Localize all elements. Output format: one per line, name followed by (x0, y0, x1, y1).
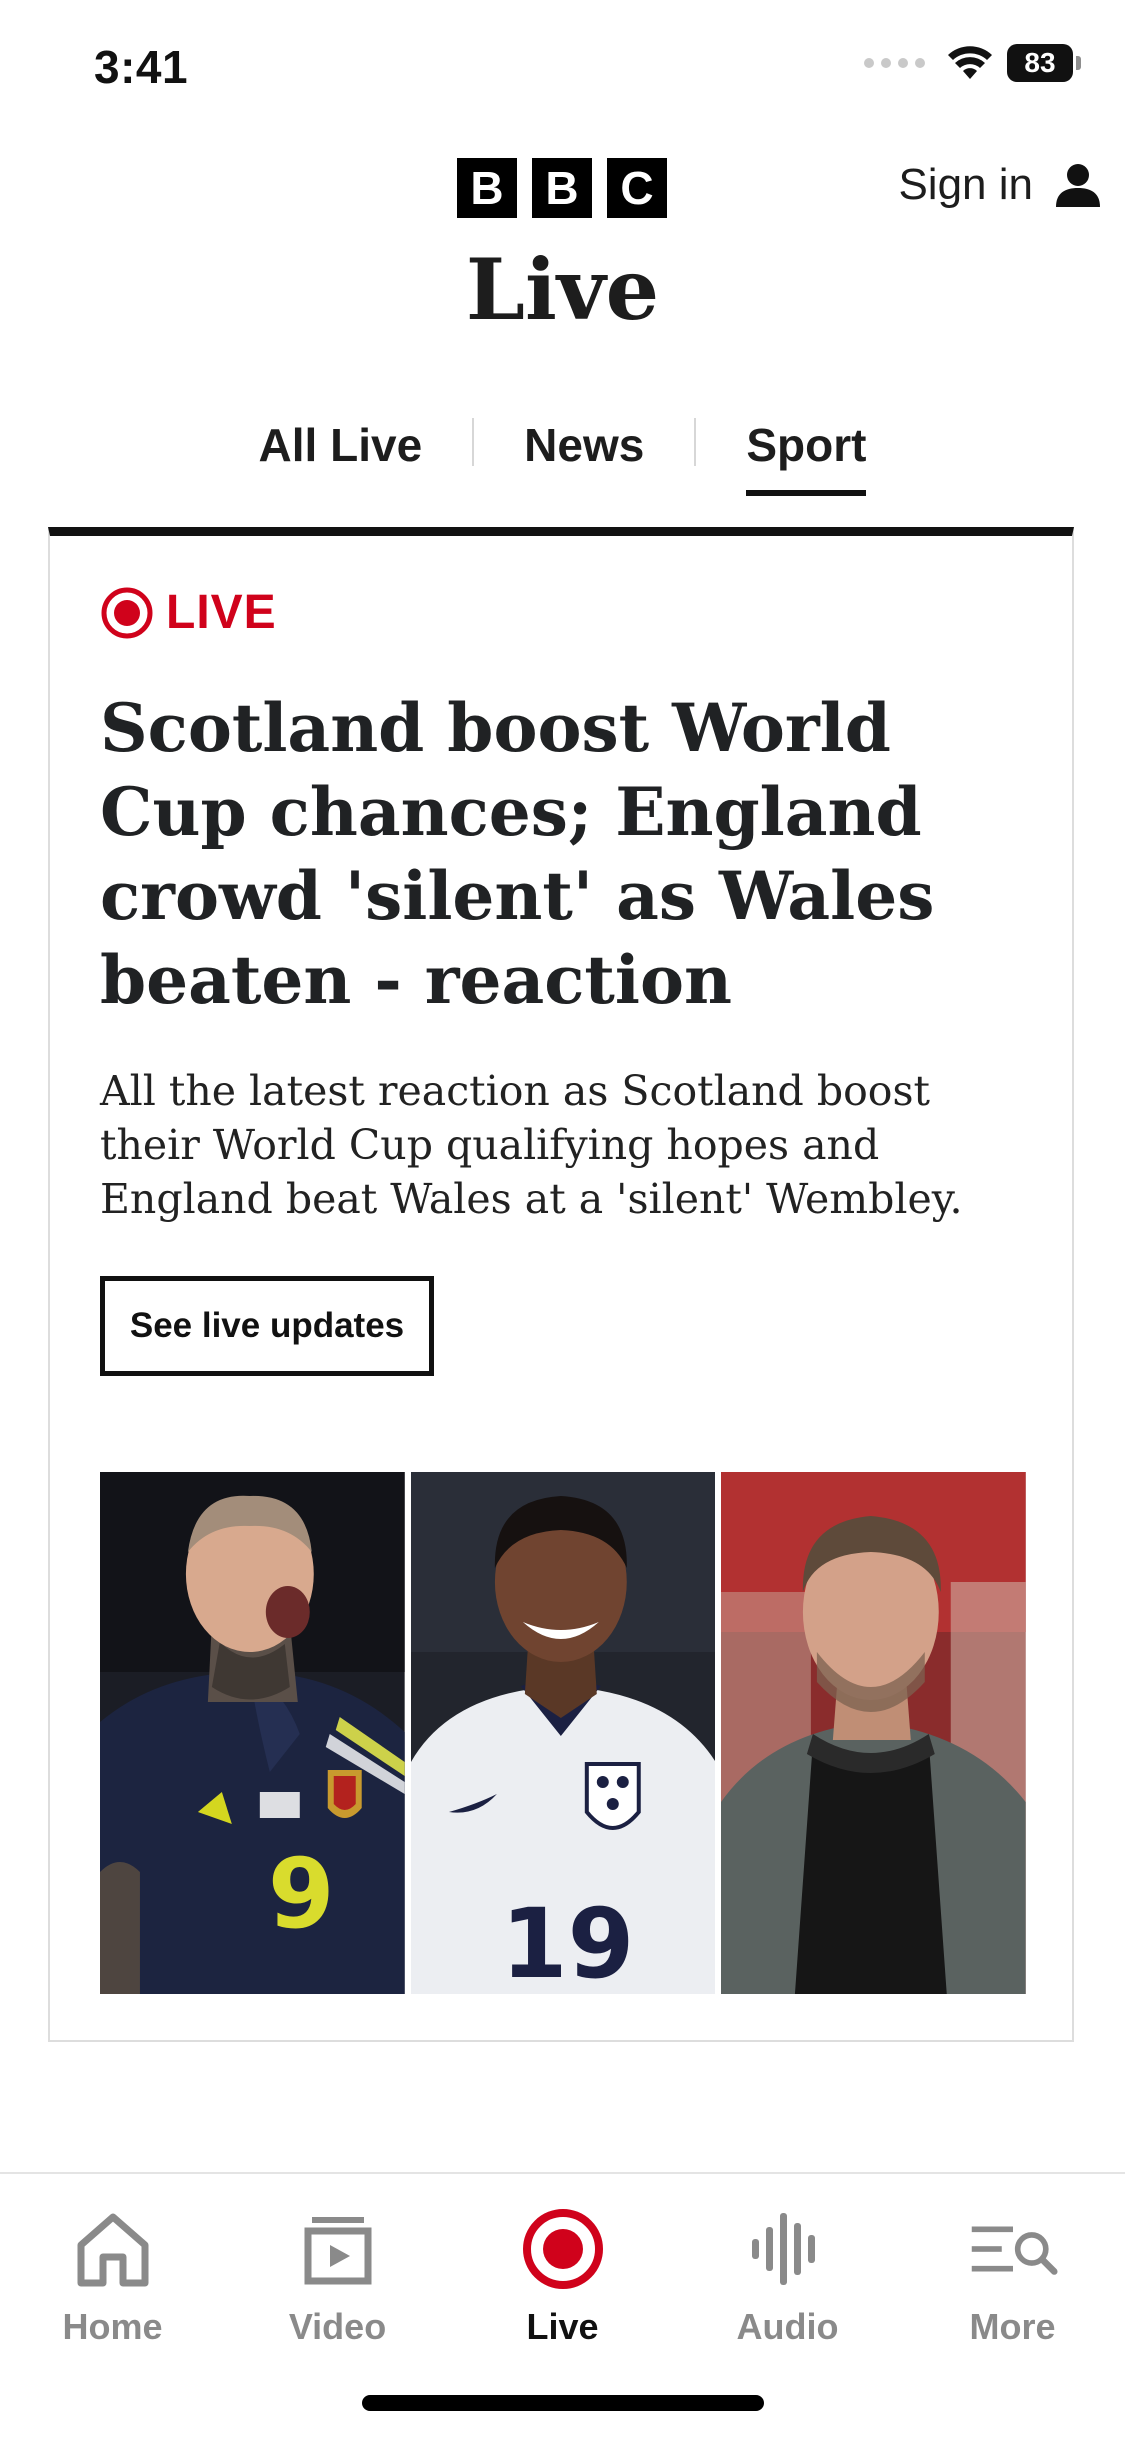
photo-scotland-player: 9 (100, 1472, 405, 1994)
nav-home[interactable]: Home (0, 2204, 225, 2348)
more-search-icon (971, 2226, 1058, 2275)
home-indicator[interactable] (362, 2395, 764, 2411)
photo-england-player: 19 (410, 1472, 716, 1994)
nav-audio[interactable]: Audio (675, 2204, 900, 2348)
status-time: 3:41 (94, 41, 189, 93)
cellular-signal-icon (864, 58, 925, 68)
story-summary: All the latest reaction as Scotland boos… (100, 1067, 963, 1223)
bbc-logo-letter: C (607, 158, 667, 218)
status-icons: 83 (864, 44, 1081, 82)
video-icon (304, 2217, 371, 2285)
audio-icon (751, 2213, 815, 2285)
live-badge: LIVE (100, 585, 277, 640)
nav-more-label: More (969, 2306, 1056, 2347)
bbc-logo[interactable]: B B C (457, 158, 667, 218)
live-label: LIVE (166, 586, 277, 639)
shirt-number-middle: 19 (501, 1888, 634, 1994)
bbc-logo-letter: B (457, 158, 517, 218)
tab-all-live[interactable]: All Live (259, 408, 423, 496)
nav-video-label: Video (288, 2306, 387, 2347)
wifi-icon (948, 46, 992, 79)
nav-more[interactable]: More (900, 2204, 1125, 2348)
tab-sport[interactable]: Sport (746, 408, 867, 496)
sign-in-button[interactable]: Sign in (898, 160, 1101, 210)
tab-divider (694, 418, 697, 466)
story-image-collage[interactable]: 9 19 (100, 1472, 1027, 1994)
live-record-icon (101, 587, 153, 638)
story-headline[interactable]: Scotland boost World Cup chances; Englan… (100, 686, 1000, 1022)
bbc-logo-letter: B (532, 158, 592, 218)
see-live-updates-button[interactable]: See live updates (100, 1276, 434, 1376)
nav-home-label: Home (62, 2306, 163, 2347)
battery-icon: 83 (1007, 44, 1081, 82)
nav-live[interactable]: Live (450, 2204, 675, 2348)
battery-level: 83 (1007, 44, 1073, 82)
tab-divider (472, 418, 475, 466)
nav-live-label: Live (526, 2306, 599, 2347)
shirt-number-left: 9 (268, 1838, 335, 1950)
section-tabs: All Live News Sport (0, 408, 1125, 496)
home-icon (77, 2213, 148, 2287)
nav-video[interactable]: Video (225, 2204, 450, 2348)
nav-audio-label: Audio (736, 2306, 839, 2347)
photo-wales-manager (721, 1472, 1027, 1994)
live-icon (522, 2209, 603, 2289)
person-icon (1056, 164, 1100, 207)
tab-news[interactable]: News (524, 408, 644, 496)
sign-in-label: Sign in (898, 160, 1033, 209)
page-title: Live (465, 240, 660, 339)
